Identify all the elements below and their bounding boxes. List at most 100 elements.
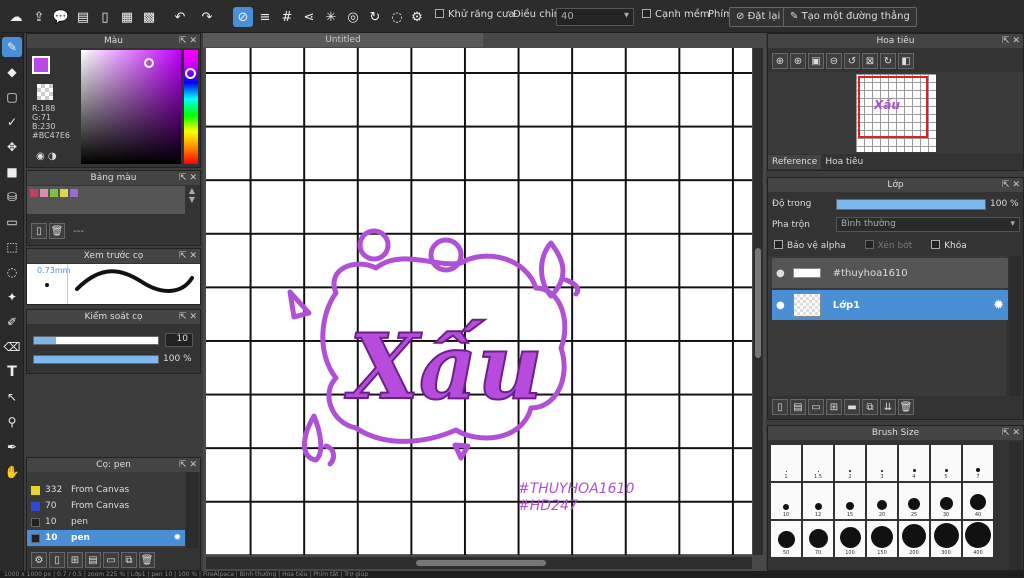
adjust-select[interactable]: 40 ▾ — [556, 8, 634, 26]
panel-controls-icon[interactable]: ⇱ ✕ — [1002, 34, 1020, 48]
snap-parallel-icon[interactable]: ≡ — [255, 7, 275, 27]
new-8bit-layer-icon[interactable]: ▤ — [790, 399, 806, 415]
fit-icon[interactable]: ▣ — [808, 53, 824, 69]
brush-size-preset[interactable]: 30 — [931, 483, 961, 519]
zoom-out-icon[interactable]: ⊖ — [826, 53, 842, 69]
brush-size-preset[interactable]: 150 — [867, 521, 897, 557]
snap-radial-icon[interactable]: ⋖ — [299, 7, 319, 27]
navigator-thumbnail[interactable]: Xấu — [856, 74, 936, 152]
panel-controls-icon[interactable]: ⇱ ✕ — [179, 458, 197, 472]
brush-size-preset[interactable]: 4 — [899, 445, 929, 481]
zoom-in-icon[interactable]: ⊕ — [772, 53, 788, 69]
duplicate-layer-icon[interactable]: ⧉ — [862, 399, 878, 415]
brush-size-preset[interactable]: 400 — [963, 521, 993, 557]
rotate-left-icon[interactable]: ↺ — [844, 53, 860, 69]
brush-size-preset[interactable]: 70 — [803, 521, 833, 557]
snap-ellipse-icon[interactable]: ◌ — [387, 7, 407, 27]
brush-size-preset[interactable]: 2 — [835, 445, 865, 481]
brush-size-slider[interactable] — [33, 336, 159, 345]
text-tool-icon[interactable]: T — [2, 362, 22, 382]
gear-icon[interactable]: ✹ — [173, 533, 181, 543]
redo-icon[interactable]: ↷ — [197, 7, 217, 27]
undo-icon[interactable]: ↶ — [170, 7, 190, 27]
layer-item-selected[interactable]: ● Lớp1 ✹ — [772, 290, 1008, 320]
primary-color-swatch[interactable] — [32, 56, 50, 74]
straight-line-button[interactable]: ✎ Tạo một đường thẳng — [783, 7, 917, 27]
clipping-checkbox[interactable]: Xén bớt — [864, 240, 912, 251]
brush-size-preset[interactable]: 5 — [931, 445, 961, 481]
soft-edge-checkbox[interactable]: Cạnh mềm — [642, 9, 710, 20]
new-brush-icon[interactable]: ▯ — [49, 552, 65, 568]
eraser-tool-icon[interactable]: ◆ — [2, 62, 22, 82]
hue-slider[interactable] — [184, 50, 198, 164]
brush-size-preset[interactable]: 1.5 — [803, 445, 833, 481]
palette-swatch[interactable] — [50, 189, 58, 197]
snap-grid-icon[interactable]: # — [277, 7, 297, 27]
reset-button[interactable]: ⊘ Đặt lại — [729, 7, 788, 27]
brush-size-preset[interactable]: 7 — [963, 445, 993, 481]
gradient-tool-icon[interactable]: ▭ — [2, 212, 22, 232]
panel-controls-icon[interactable]: ⇱ ✕ — [179, 171, 197, 185]
tab-reference[interactable]: Reference — [768, 155, 822, 169]
document-tab[interactable]: Untitled — [203, 33, 483, 47]
grid-icon[interactable]: ▩ — [139, 7, 159, 27]
brush-size-preset[interactable]: 100 — [835, 521, 865, 557]
color-picker-handle[interactable] — [144, 58, 154, 68]
vertical-scroll-thumb[interactable] — [755, 248, 761, 358]
hue-handle[interactable] — [185, 68, 196, 79]
new-layer-icon[interactable]: ▯ — [772, 399, 788, 415]
comment-icon[interactable]: ▤ — [73, 7, 93, 27]
snap-circle-icon[interactable]: ◎ — [343, 7, 363, 27]
hand-tool-icon[interactable]: ✋ — [2, 462, 22, 482]
brush-tool-icon[interactable]: ✎ — [2, 37, 22, 57]
fill-rect-tool-icon[interactable]: ■ — [2, 162, 22, 182]
brush-size-preset[interactable]: 200 — [899, 521, 929, 557]
saturation-value-square[interactable] — [81, 50, 181, 164]
zoom-plus-icon[interactable]: ⊕ — [790, 53, 806, 69]
horizontal-scroll-thumb[interactable] — [416, 560, 546, 566]
dot-tool-icon[interactable]: ✓ — [2, 112, 22, 132]
brush-size-preset[interactable]: 300 — [931, 521, 961, 557]
antialias-checkbox[interactable]: Khử răng cưa — [435, 9, 514, 20]
new-1bit-layer-icon[interactable]: ▭ — [808, 399, 824, 415]
brush-list-item[interactable]: 10 pen — [27, 514, 185, 530]
cloud-icon[interactable]: ☁ — [6, 7, 26, 27]
add-layer-menu-icon[interactable]: ⊞ — [826, 399, 842, 415]
bucket-tool-icon[interactable]: ⛁ — [2, 187, 22, 207]
palette-swatch[interactable] — [30, 189, 38, 197]
folder-icon[interactable]: ▭ — [103, 552, 119, 568]
flip-icon[interactable]: ◧ — [898, 53, 914, 69]
duplicate-icon[interactable]: ⧉ — [121, 552, 137, 568]
add-brush-icon[interactable]: ⊞ — [67, 552, 83, 568]
layer-opacity-slider[interactable] — [836, 199, 986, 210]
color-wheel-icon[interactable]: ◉ ◑ — [36, 151, 57, 162]
lasso-tool-icon[interactable]: ◌ — [2, 262, 22, 282]
palette-swatch[interactable] — [40, 189, 48, 197]
select-pen-tool-icon[interactable]: ✐ — [2, 312, 22, 332]
snap-off-icon[interactable]: ⊘ — [233, 7, 253, 27]
copy-brush-icon[interactable]: ▤ — [85, 552, 101, 568]
brush-list-scroll[interactable] — [186, 472, 198, 548]
export-icon[interactable]: ⇪ — [29, 7, 49, 27]
select-eraser-tool-icon[interactable]: ⌫ — [2, 337, 22, 357]
tab-navigator[interactable]: Hoa tiêu — [821, 155, 868, 169]
gear-icon[interactable]: ✹ — [993, 298, 1004, 313]
canvas-vertical-scrollbar[interactable] — [753, 48, 763, 555]
brush-size-preset[interactable]: 20 — [867, 483, 897, 519]
trash-icon[interactable]: 🗑 — [898, 399, 914, 415]
brush-size-preset[interactable]: 3 — [867, 445, 897, 481]
layer-item[interactable]: ● #thuyhoa1610 — [772, 258, 1008, 288]
reset-view-icon[interactable]: ⊠ — [862, 53, 878, 69]
brush-size-preset[interactable]: 25 — [899, 483, 929, 519]
brush-list-item-selected[interactable]: 10 pen ✹ — [27, 530, 185, 546]
snap-burst-icon[interactable]: ✳ — [321, 7, 341, 27]
brush-size-preset[interactable]: 15 — [835, 483, 865, 519]
new-palette-icon[interactable]: ▯ — [31, 223, 47, 239]
panel-controls-icon[interactable]: ⇱ ✕ — [179, 249, 197, 263]
brush-opacity-slider[interactable] — [33, 355, 159, 364]
brush-list-item[interactable]: 332 From Canvas — [27, 482, 185, 498]
brush-size-value[interactable]: 10 — [165, 333, 193, 347]
panel-controls-icon[interactable]: ⇱ ✕ — [179, 34, 197, 48]
brush-list-item[interactable]: 70 From Canvas — [27, 498, 185, 514]
lock-checkbox[interactable]: Khóa — [931, 240, 967, 251]
